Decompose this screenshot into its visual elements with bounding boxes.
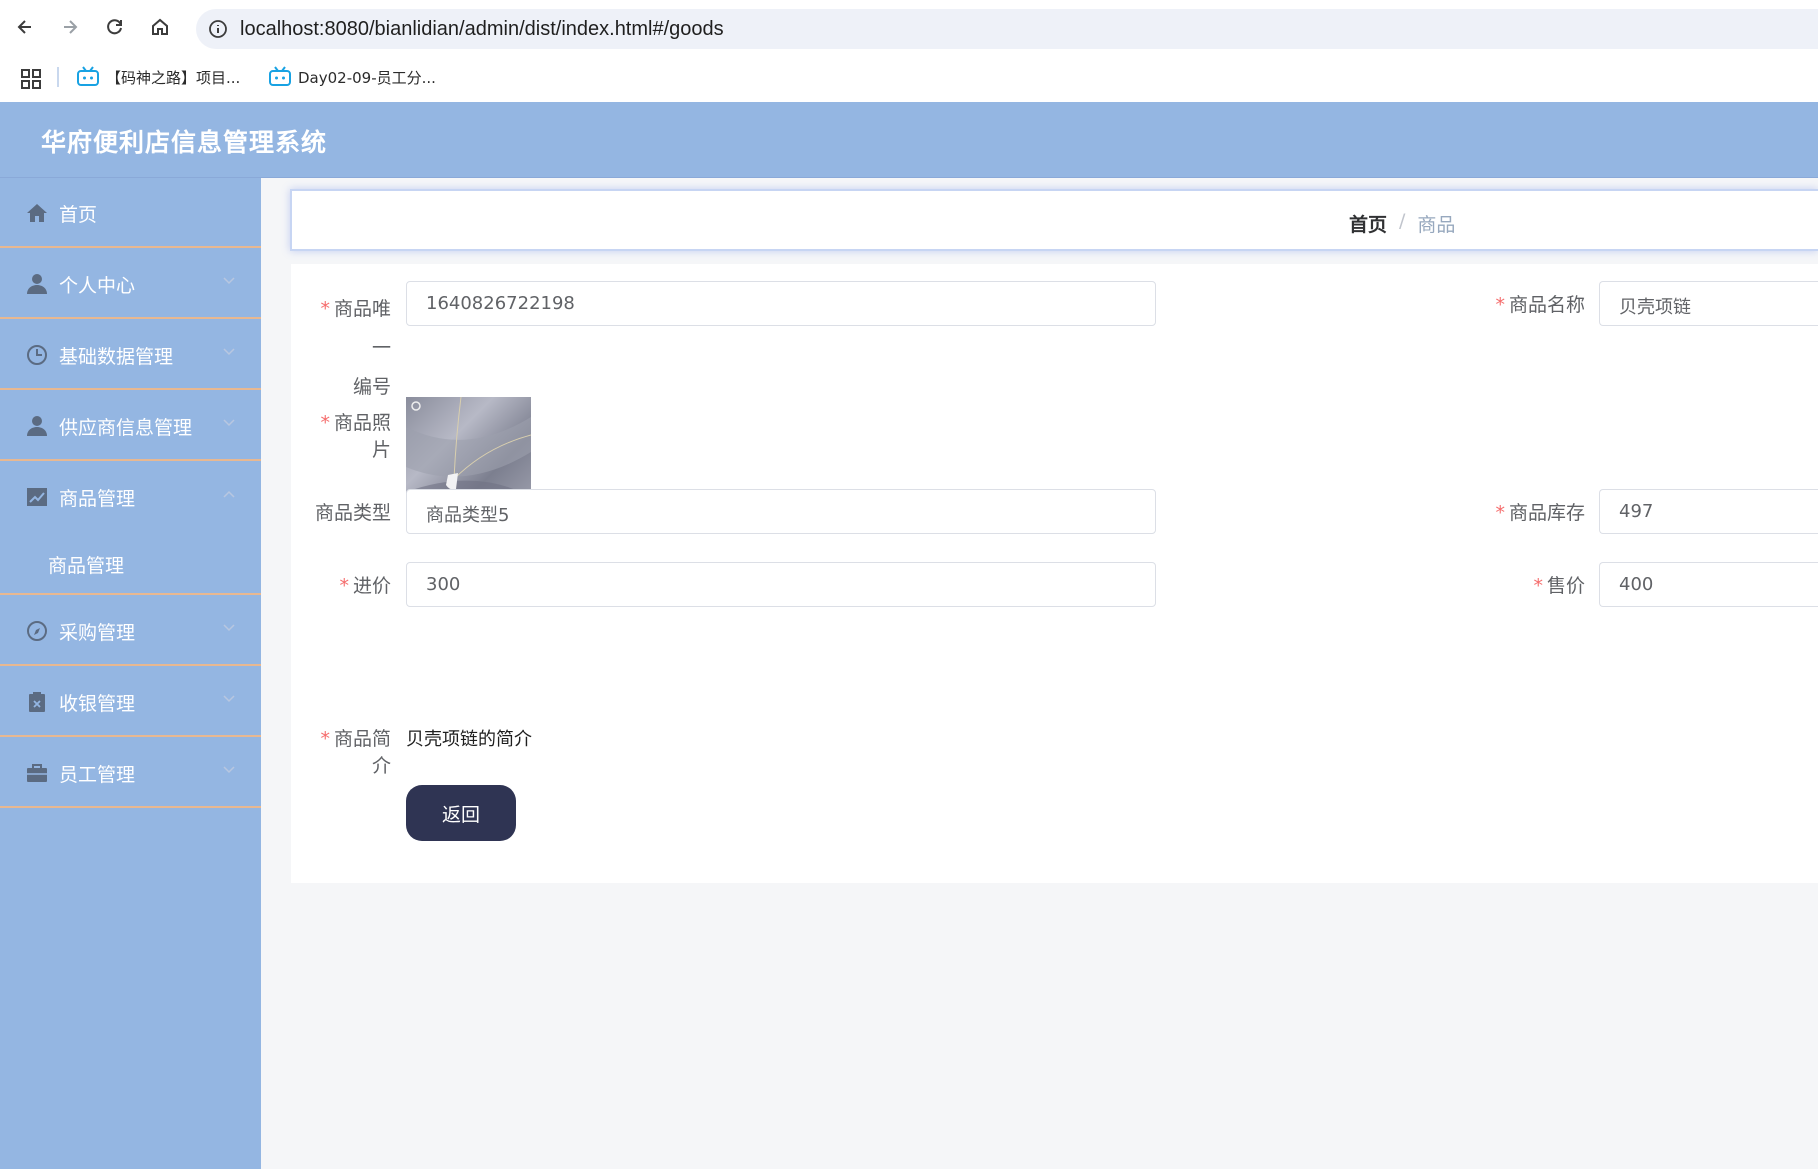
bilibili-icon [269,66,291,86]
goods-stock-field[interactable]: 497 [1599,489,1818,534]
back-icon[interactable] [10,12,40,42]
sidebar-item-supplier[interactable]: 供应商信息管理 [0,391,261,461]
bookmark-label: 【码神之路】项目... [106,68,241,87]
app-header: 华府便利店信息管理系统 [0,102,1818,178]
chevron-down-icon [223,419,235,427]
required-mark: * [320,412,330,434]
required-mark: * [1495,502,1505,524]
required-mark: * [1533,575,1543,597]
info-icon[interactable] [208,19,228,39]
sidebar-item-label: 基础数据管理 [59,346,174,368]
purchase-price-label: * 进价 [339,575,391,597]
sale-price-label: * 售价 [1533,575,1585,597]
chevron-down-icon [223,348,235,356]
sidebar-item-label: 员工管理 [59,764,136,786]
sidebar-item-home[interactable]: 首页 [0,178,261,248]
sale-price-field[interactable]: 400 [1599,562,1818,607]
chevron-down-icon [223,695,235,703]
bookmark-divider [57,67,59,87]
purchase-price-field[interactable]: 300 [406,562,1156,607]
bookmark-item[interactable]: 【码神之路】项目... [76,66,240,88]
home-page-icon[interactable] [145,12,175,42]
required-mark: * [1495,294,1505,316]
bilibili-icon [77,66,99,86]
sidebar-item-label: 商品管理 [59,488,136,510]
goods-name-field[interactable]: 贝壳项链 [1599,281,1818,326]
sidebar-item-label: 采购管理 [59,622,136,644]
breadcrumb-bar: 首页 / 商品 [290,189,1818,251]
app-title: 华府便利店信息管理系统 [41,128,328,157]
sidebar-item-label: 收银管理 [59,693,136,715]
required-mark: * [339,575,349,597]
compass-icon [27,621,47,641]
sidebar-item-label: 供应商信息管理 [59,417,193,439]
sidebar-item-basic-data[interactable]: 基础数据管理 [0,320,261,390]
sidebar-item-staff[interactable]: 员工管理 [0,738,261,808]
address-bar[interactable]: localhost:8080/bianlidian/admin/dist/ind… [196,9,1818,49]
bookmark-label: Day02-09-员工分... [298,68,436,87]
required-mark: * [320,728,330,750]
unique-id-field[interactable]: 1640826722198 [406,281,1156,326]
chevron-down-icon [223,766,235,774]
description-label: * 商品简介 [320,728,391,777]
bookmark-item[interactable]: Day02-09-员工分... [268,66,436,88]
sidebar-item-label: 首页 [59,204,98,226]
browser-toolbar: localhost:8080/bianlidian/admin/dist/ind… [0,0,1818,58]
breadcrumb: 首页 / 商品 [1349,210,1455,237]
goods-type-field[interactable]: 商品类型5 [406,489,1156,534]
clock-icon [27,345,47,365]
chevron-up-icon [223,490,235,498]
goods-type-label: 商品类型 [314,502,391,524]
breadcrumb-separator: / [1399,210,1406,232]
briefcase-icon [27,764,47,782]
goods-photo-label: * 商品照片 [320,412,391,461]
home-icon [27,204,47,222]
sidebar-item-cashier[interactable]: 收银管理 [0,667,261,737]
sidebar-subitem-label: 商品管理 [48,555,125,577]
chevron-down-icon [223,624,235,632]
breadcrumb-current: 商品 [1417,214,1456,236]
goods-name-label: * 商品名称 [1495,294,1585,316]
goods-detail-form: * 商品唯一 编号 1640826722198 * 商品名称 贝壳项链 * 商品照片 … [291,264,1818,883]
description-text: 贝壳项链的简介 [406,729,532,750]
unique-id-label: * 商品唯一 编号 [320,298,391,398]
clipboard-icon [29,692,45,712]
reload-icon[interactable] [100,12,130,42]
goods-stock-label: * 商品库存 [1495,502,1585,524]
user-icon [27,274,47,294]
apps-grid-icon[interactable] [20,68,42,90]
chart-icon [27,488,47,506]
forward-icon[interactable] [55,12,85,42]
sidebar-item-goods[interactable]: 商品管理 [0,462,261,532]
back-button[interactable]: 返回 [406,785,516,841]
url-text: localhost:8080/bianlidian/admin/dist/ind… [240,18,724,40]
chevron-down-icon [223,277,235,285]
sidebar-subitem-goods[interactable]: 商品管理 [0,532,261,595]
sidebar-item-personal-center[interactable]: 个人中心 [0,249,261,319]
breadcrumb-home[interactable]: 首页 [1349,210,1387,237]
sidebar-item-label: 个人中心 [59,275,136,297]
user-icon [27,416,47,436]
sidebar-item-purchase[interactable]: 采购管理 [0,596,261,666]
required-mark: * [320,298,330,320]
sidebar: 首页 个人中心 基础数据管理 供应商信息管理 商品管理 商品管理 采购管理 收银… [0,178,261,1169]
bookmarks-bar: 【码神之路】项目... Day02-09-员工分... [0,58,1818,102]
